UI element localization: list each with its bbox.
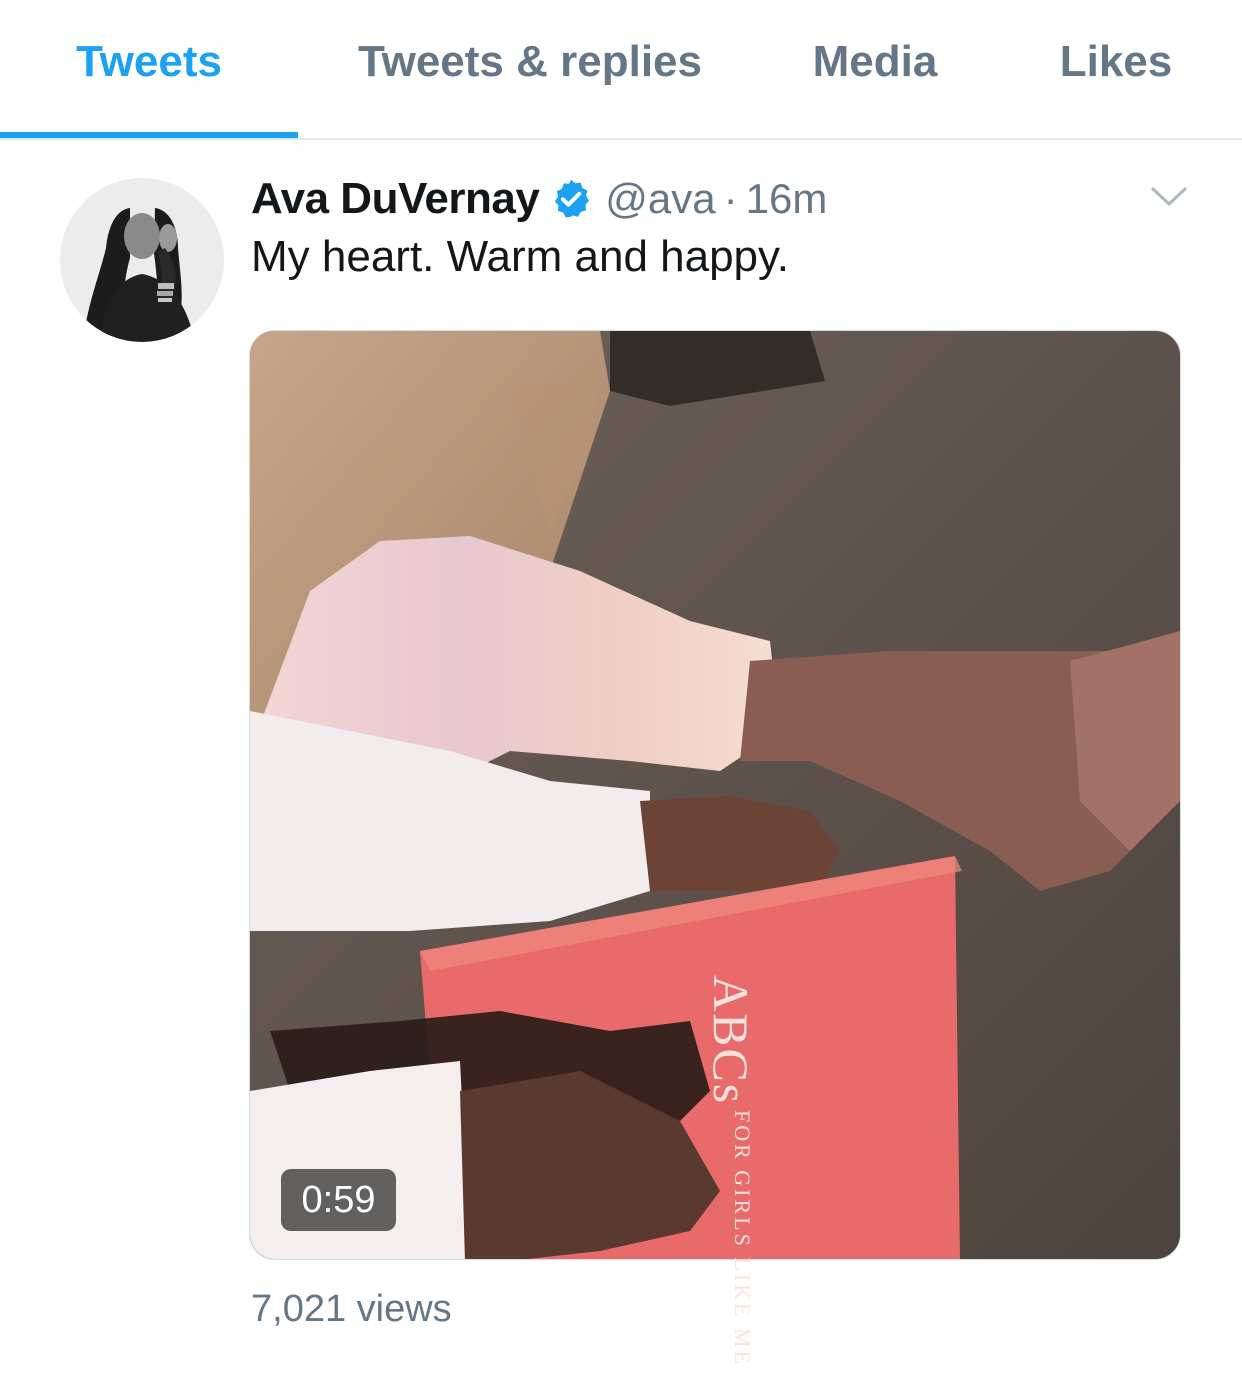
tab-likes[interactable]: Likes — [1000, 0, 1232, 138]
tweet-text: My heart. Warm and happy. — [251, 232, 789, 281]
verified-badge-icon — [549, 177, 593, 221]
separator-dot: · — [723, 175, 738, 222]
profile-tabs: Tweets Tweets & replies Media Likes — [0, 0, 1242, 140]
active-tab-indicator — [0, 132, 298, 138]
tab-media[interactable]: Media — [770, 0, 980, 138]
tab-tweets[interactable]: Tweets — [0, 0, 298, 138]
tab-tweets-and-replies[interactable]: Tweets & replies — [305, 0, 755, 138]
tweet-header: Ava DuVernay @ava · 16m — [251, 170, 827, 228]
timestamp[interactable]: 16m — [746, 175, 828, 223]
chevron-down-icon[interactable] — [1150, 184, 1188, 210]
book-subtitle-text: FOR GIRLS LIKE ME — [730, 1110, 755, 1367]
handle[interactable]: @ava — [605, 175, 715, 223]
view-count: 7,021 views — [251, 1288, 452, 1330]
avatar-image — [60, 178, 224, 342]
avatar[interactable] — [60, 178, 224, 342]
display-name[interactable]: Ava DuVernay — [251, 174, 540, 224]
video-duration-badge: 0:59 — [281, 1169, 396, 1231]
